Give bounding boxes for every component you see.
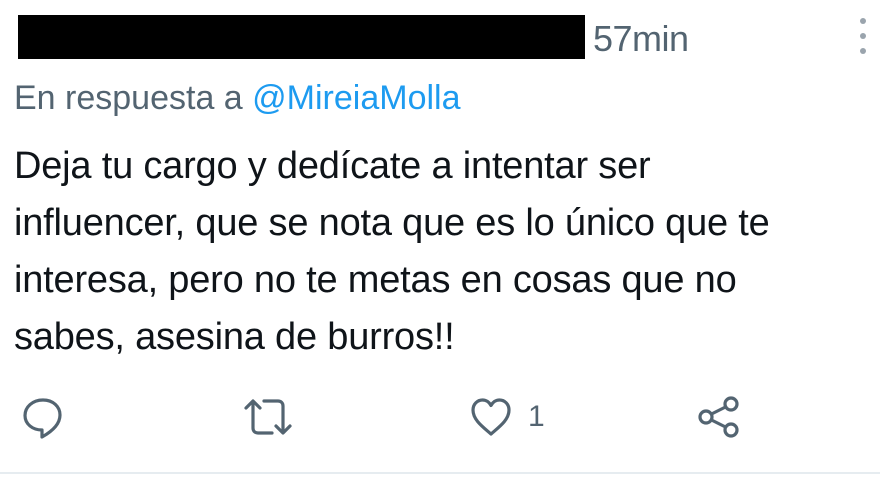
retweet-icon: [244, 399, 292, 435]
tweet-divider: [0, 472, 880, 474]
reply-context: En respuesta a @MireiaMolla: [14, 76, 461, 120]
tweet-text-line: influencer, que se nota que es lo único …: [14, 202, 770, 244]
tweet: 57min En respuesta a @MireiaMolla Deja t…: [0, 0, 880, 495]
tweet-text: Deja tu cargo y dedícate a intentar ser …: [14, 138, 874, 366]
reply-prefix: En respuesta a: [14, 79, 253, 117]
reply-button[interactable]: [20, 390, 66, 444]
tweet-actions: 1: [0, 390, 880, 450]
heart-icon: [471, 398, 511, 436]
tweet-text-line: Deja tu cargo y dedícate a intentar ser: [14, 145, 651, 187]
redacted-author-name: [18, 15, 585, 59]
more-dot: [860, 18, 866, 24]
share-button[interactable]: [694, 390, 742, 444]
reply-icon: [23, 398, 62, 439]
retweet-button[interactable]: [240, 390, 296, 444]
more-options-icon[interactable]: [853, 16, 873, 56]
more-dot: [860, 48, 866, 54]
tweet-text-line: interesa, pero no te metas en cosas que …: [14, 259, 737, 301]
like-count: 1: [528, 400, 545, 433]
more-dot: [860, 33, 866, 39]
like-button[interactable]: 1: [468, 390, 545, 444]
share-icon: [698, 396, 739, 438]
tweet-timestamp[interactable]: 57min: [593, 17, 689, 61]
tweet-text-line: sabes, asesina de burros!!: [14, 316, 455, 358]
reply-mention-link[interactable]: @MireiaMolla: [252, 79, 460, 117]
